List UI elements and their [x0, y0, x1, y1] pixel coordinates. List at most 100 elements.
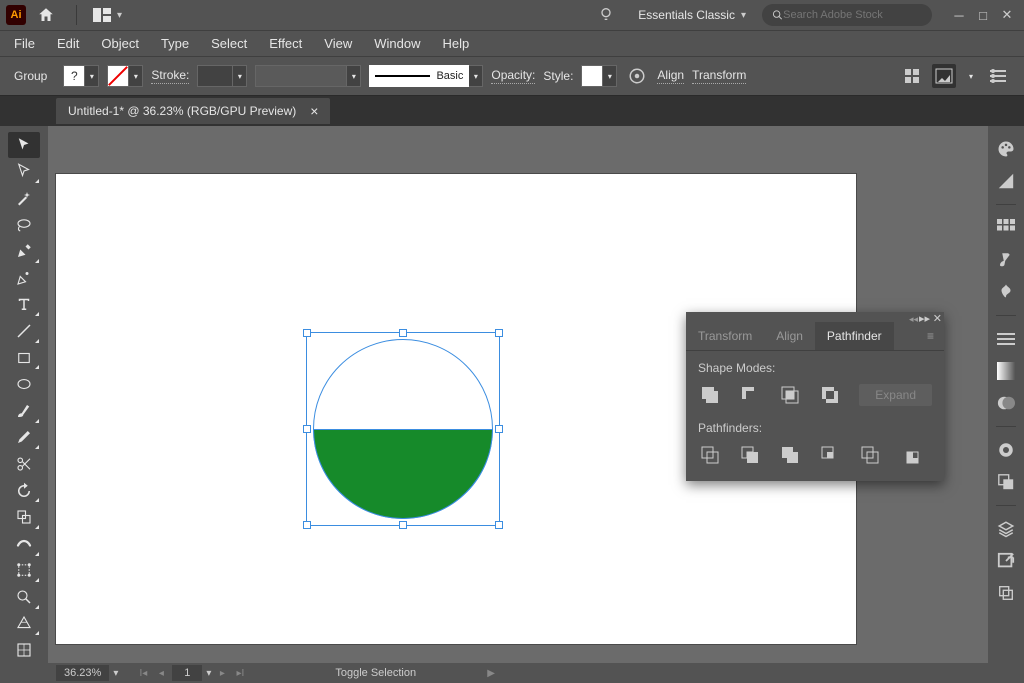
stroke-profile[interactable] [255, 65, 347, 87]
menu-edit[interactable]: Edit [57, 36, 79, 51]
graphic-styles-panel-icon[interactable] [993, 469, 1019, 495]
artboard-dropdown[interactable]: ▾ [206, 668, 211, 679]
shape-builder-tool[interactable] [8, 584, 40, 610]
ellipse-tool[interactable] [8, 371, 40, 397]
paintbrush-tool[interactable] [8, 398, 40, 424]
panel-grip-icon[interactable]: ◂◂ [909, 314, 918, 325]
tab-pathfinder[interactable]: Pathfinder [815, 322, 894, 350]
tab-transform[interactable]: Transform [686, 322, 764, 350]
zoom-dropdown[interactable]: ▾ [113, 668, 118, 679]
workspace-switcher[interactable]: Essentials Classic ▾ [628, 4, 756, 26]
rectangle-tool[interactable] [8, 345, 40, 371]
recolor-button[interactable] [625, 64, 649, 88]
transparency-panel-icon[interactable] [993, 390, 1019, 416]
asset-export-panel-icon[interactable] [993, 548, 1019, 574]
artboard-number[interactable]: 1 [172, 665, 202, 681]
unite-button[interactable] [698, 383, 722, 407]
minus-front-button[interactable] [738, 383, 762, 407]
isolate-button[interactable] [900, 64, 924, 88]
document-tab[interactable]: Untitled-1* @ 36.23% (RGB/GPU Preview) × [56, 98, 330, 124]
crop-button[interactable] [818, 443, 842, 467]
curvature-tool[interactable] [8, 265, 40, 291]
first-artboard-button[interactable]: I◂ [136, 666, 150, 680]
transform-label[interactable]: Transform [692, 68, 746, 84]
minus-back-button[interactable] [898, 443, 922, 467]
perspective-tool[interactable] [8, 611, 40, 637]
layers-panel-icon[interactable] [993, 516, 1019, 542]
close-button[interactable]: ✕ [996, 6, 1018, 24]
magic-wand-tool[interactable] [8, 185, 40, 211]
fill-dropdown[interactable]: ▾ [85, 65, 99, 87]
stock-search-input[interactable] [783, 9, 922, 21]
pen-tool[interactable] [8, 238, 40, 264]
stroke-weight-dropdown[interactable]: ▾ [233, 65, 247, 87]
panel-close-button[interactable]: ✕ [933, 312, 942, 325]
handle-bc[interactable] [399, 521, 407, 529]
panel-menu-button[interactable]: ≡ [917, 322, 944, 350]
menu-type[interactable]: Type [161, 36, 189, 51]
width-tool[interactable] [8, 531, 40, 557]
brush-dropdown[interactable]: ▾ [469, 65, 483, 87]
swatches-panel-icon[interactable] [993, 215, 1019, 241]
edit-dropdown[interactable]: ▾ [964, 65, 978, 87]
canvas[interactable]: ◂◂ ▸▸ ✕ Transform Align Pathfinder ≡ Sha… [48, 126, 988, 663]
fill-swatch[interactable]: ? [63, 65, 85, 87]
line-tool[interactable] [8, 318, 40, 344]
brush-definition[interactable]: Basic [369, 65, 469, 87]
menu-window[interactable]: Window [374, 36, 420, 51]
color-guide-panel-icon[interactable] [993, 168, 1019, 194]
minimize-button[interactable]: ─ [948, 6, 970, 24]
tab-align[interactable]: Align [764, 322, 815, 350]
menu-object[interactable]: Object [101, 36, 139, 51]
panel-collapse-button[interactable]: ▸▸ [919, 312, 930, 325]
last-artboard-button[interactable]: ▸I [233, 666, 247, 680]
free-transform-tool[interactable] [8, 558, 40, 584]
intersect-button[interactable] [778, 383, 802, 407]
edit-contents-button[interactable] [932, 64, 956, 88]
menu-file[interactable]: File [14, 36, 35, 51]
direct-selection-tool[interactable] [8, 159, 40, 185]
status-play-button[interactable]: ▶ [484, 666, 498, 680]
tab-close-button[interactable]: × [310, 103, 318, 119]
style-dropdown[interactable]: ▾ [603, 65, 617, 87]
prev-artboard-button[interactable]: ◂ [154, 666, 168, 680]
handle-br[interactable] [495, 521, 503, 529]
appearance-panel-icon[interactable] [993, 437, 1019, 463]
handle-tl[interactable] [303, 329, 311, 337]
arrange-documents-button[interactable]: ▾ [85, 4, 130, 26]
handle-tc[interactable] [399, 329, 407, 337]
handle-bl[interactable] [303, 521, 311, 529]
lasso-tool[interactable] [8, 212, 40, 238]
opacity-label[interactable]: Opacity: [491, 68, 535, 84]
color-panel-icon[interactable] [993, 136, 1019, 162]
trim-button[interactable] [738, 443, 762, 467]
stroke-swatch[interactable] [107, 65, 129, 87]
scissors-tool[interactable] [8, 451, 40, 477]
gradient-panel-icon[interactable] [993, 358, 1019, 384]
align-label[interactable]: Align [657, 68, 684, 84]
stroke-weight-input[interactable] [197, 65, 233, 87]
handle-tr[interactable] [495, 329, 503, 337]
home-button[interactable] [34, 3, 58, 27]
handle-ml[interactable] [303, 425, 311, 433]
stock-search[interactable] [762, 4, 932, 26]
menu-select[interactable]: Select [211, 36, 247, 51]
maximize-button[interactable]: □ [972, 6, 994, 24]
menu-help[interactable]: Help [442, 36, 469, 51]
rotate-tool[interactable] [8, 478, 40, 504]
handle-mr[interactable] [495, 425, 503, 433]
stroke-panel-icon[interactable] [993, 326, 1019, 352]
pencil-tool[interactable] [8, 425, 40, 451]
selection-tool[interactable] [8, 132, 40, 158]
mesh-tool[interactable] [8, 637, 40, 663]
type-tool[interactable] [8, 292, 40, 318]
exclude-button[interactable] [818, 383, 842, 407]
more-options-button[interactable] [986, 64, 1010, 88]
outline-button[interactable] [858, 443, 882, 467]
menu-effect[interactable]: Effect [269, 36, 302, 51]
style-swatch[interactable] [581, 65, 603, 87]
discover-button[interactable] [590, 2, 622, 29]
stroke-label[interactable]: Stroke: [151, 68, 189, 84]
selection-bounds[interactable] [306, 332, 500, 526]
expand-button[interactable]: Expand [859, 384, 932, 406]
